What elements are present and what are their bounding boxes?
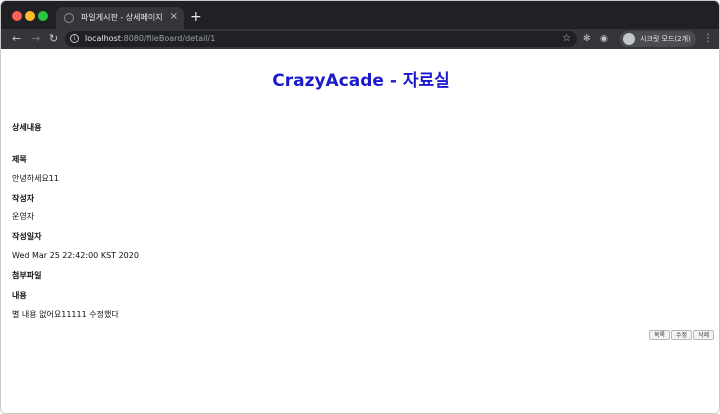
- date-label: 작성일자: [12, 232, 42, 241]
- delete-button[interactable]: 삭제: [693, 330, 715, 340]
- kebab-menu-icon[interactable]: ⋮: [703, 32, 713, 46]
- back-arrow-icon[interactable]: ←: [12, 32, 21, 46]
- new-tab-button[interactable]: +: [190, 10, 202, 24]
- extension-circle-icon[interactable]: ◉: [600, 33, 608, 45]
- minimize-window-button[interactable]: [25, 11, 35, 21]
- browser-toolbar: ← → ↻ i localhost:8080/fileBoard/detail/…: [1, 29, 719, 49]
- close-window-button[interactable]: [12, 11, 22, 21]
- subject-value: 안녕하세요11: [12, 174, 59, 183]
- section-heading: 상세내용: [12, 123, 42, 132]
- browser-window: 파일게시판 - 상세페이지 × + ← → ↻ i localhost:8080…: [0, 0, 720, 414]
- writer-value: 운영자: [12, 212, 35, 221]
- incognito-badge[interactable]: 시크릿 모드(2개): [620, 31, 696, 47]
- url-path: :8080/fileBoard/detail/1: [120, 34, 216, 43]
- extension-gear-icon[interactable]: ✻: [583, 33, 591, 45]
- star-icon[interactable]: ☆: [562, 32, 571, 45]
- subject-label: 제목: [12, 155, 27, 164]
- attachment-label: 첨부파일: [12, 271, 42, 280]
- incognito-label: 시크릿 모드(2개): [640, 35, 691, 43]
- content-value: 별 내용 없어요11111 수정했다: [12, 310, 119, 319]
- address-bar[interactable]: i localhost:8080/fileBoard/detail/1 ☆: [65, 31, 577, 47]
- zoom-window-button[interactable]: [38, 11, 48, 21]
- list-button[interactable]: 목록: [649, 330, 671, 340]
- page-title: CrazyAcade - 자료실: [272, 71, 450, 91]
- url-host: localhost: [85, 34, 121, 43]
- writer-label: 작성자: [12, 194, 35, 203]
- globe-icon: [64, 13, 74, 23]
- date-value: Wed Mar 25 22:42:00 KST 2020: [12, 251, 139, 260]
- incognito-avatar-icon: [623, 33, 635, 45]
- info-icon[interactable]: i: [70, 34, 79, 43]
- page-content: CrazyAcade - 자료실 상세내용 제목 안녕하세요11 작성자 운영자…: [1, 49, 719, 413]
- tab-active[interactable]: 파일게시판 - 상세페이지 ×: [56, 7, 184, 29]
- reload-icon[interactable]: ↻: [49, 32, 58, 46]
- tab-close-icon[interactable]: ×: [170, 11, 178, 23]
- tab-strip: 파일게시판 - 상세페이지 × +: [1, 1, 719, 29]
- forward-arrow-icon[interactable]: →: [31, 32, 40, 46]
- content-label: 내용: [12, 291, 27, 300]
- url-text[interactable]: localhost:8080/fileBoard/detail/1: [85, 33, 215, 45]
- edit-button[interactable]: 수정: [671, 330, 693, 340]
- tab-title: 파일게시판 - 상세페이지: [81, 13, 163, 22]
